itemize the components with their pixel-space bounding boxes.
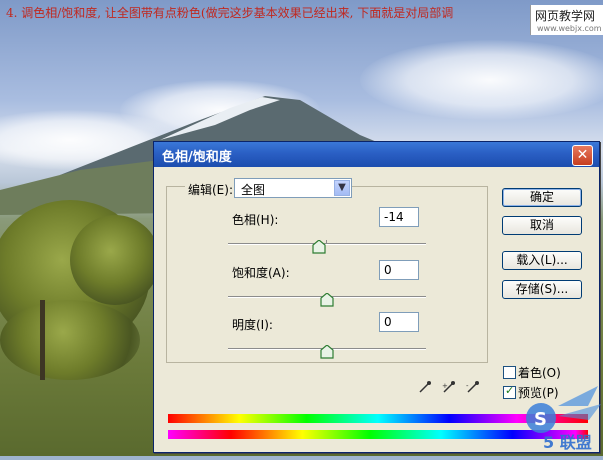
lightness-label: 明度(I): [232,318,273,332]
edit-dropdown-value: 全图 [241,183,266,197]
site-name: 网页教学网 [535,9,596,23]
cancel-button[interactable]: 取消 [502,216,582,235]
watermark-logo: S 5 联盟 [503,376,603,456]
site-badge: 网页教学网 www.webjx.com [530,5,603,35]
eyedropper-minus-icon[interactable]: - [466,379,480,398]
saturation-label: 饱和度(A): [232,266,290,280]
svg-text:+: + [442,382,448,390]
load-button[interactable]: 载入(L)... [502,251,582,270]
save-button[interactable]: 存储(S)... [502,280,582,299]
close-icon: ✕ [576,147,589,163]
dialog-title: 色相/饱和度 [162,150,232,165]
edit-dropdown[interactable]: 全图 ▼ [234,178,352,198]
svg-text:S: S [534,409,547,430]
ok-button[interactable]: 确定 [502,188,582,207]
adjustment-group [166,186,488,363]
dialog-titlebar[interactable]: 色相/饱和度 ✕ [154,142,599,167]
eyedropper-icon[interactable] [418,379,432,398]
close-button[interactable]: ✕ [572,145,593,166]
edit-label: 编辑(E): [185,181,236,198]
saturation-input[interactable]: 0 [379,260,419,280]
hue-input[interactable]: -14 [379,207,419,227]
tree [0,300,140,380]
eyedropper-plus-icon[interactable]: + [442,379,456,398]
slider-thumb-shape [320,345,334,359]
tutorial-caption: 4. 调色相/饱和度, 让全图带有点粉色(做完这步基本效果已经出来, 下面就是对… [6,6,454,20]
hue-label: 色相(H): [232,213,279,227]
slider-thumb-shape [320,293,334,307]
watermark-text: 5 联盟 [543,433,592,452]
hue-center-tick [326,240,327,244]
tree-trunk [40,300,45,380]
slider-thumb-shape [312,240,326,254]
tree [70,215,160,305]
chevron-down-icon[interactable]: ▼ [334,180,350,196]
lightness-input[interactable]: 0 [379,312,419,332]
site-url: www.webjx.com [537,24,602,33]
hue-slider-track[interactable] [228,243,426,245]
svg-text:-: - [466,382,469,390]
